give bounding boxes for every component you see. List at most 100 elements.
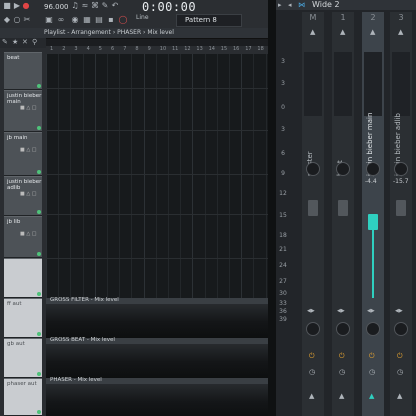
automation-clip[interactable]: PHASER - Mix level — [46, 377, 268, 416]
track-header[interactable]: beat — [4, 52, 42, 90]
mixer-route-arrow-icon[interactable]: ◀▶ — [367, 308, 375, 314]
panel-separator[interactable] — [268, 0, 276, 416]
mixer-volume-fader[interactable] — [308, 200, 318, 216]
wave-icon[interactable]: ≈ — [80, 1, 90, 11]
save-icon[interactable]: ▣ — [44, 15, 54, 25]
track-mute-indicator[interactable] — [37, 84, 41, 88]
track-buttons[interactable]: ■ △ □ — [20, 105, 36, 111]
track-header[interactable]: gb aut — [4, 338, 42, 378]
mixer-power-icon[interactable]: ⏻ — [397, 352, 403, 361]
track-mute-indicator[interactable] — [37, 170, 41, 174]
mixer-send-arrow-icon[interactable]: ▲ — [369, 392, 374, 400]
paint-tool-icon[interactable]: ★ — [12, 38, 18, 46]
automation-clip-name: GROSS BEAT - Mix level — [50, 337, 115, 343]
playlist-grid[interactable]: GROSS FILTER - Mix level GROSS BEAT - Mix… — [46, 54, 268, 416]
track-mute-indicator[interactable] — [37, 126, 41, 130]
mixer-stereo-knob[interactable] — [306, 322, 320, 336]
automation-clip-header[interactable]: PHASER - Mix level — [46, 377, 268, 384]
track-header[interactable]: ff aut — [4, 298, 42, 338]
mixer-strip-number: 2 — [370, 13, 376, 22]
mixer-volume-fader[interactable] — [338, 200, 348, 216]
mixer-pan-knob[interactable] — [336, 162, 350, 176]
ruler-number: 15 — [220, 46, 228, 52]
track-buttons[interactable]: ■ △ □ — [20, 191, 36, 197]
track-mute-indicator[interactable] — [37, 372, 41, 376]
track-buttons[interactable]: ■ △ □ — [20, 231, 36, 237]
delete-tool-icon[interactable]: ✕ — [22, 38, 28, 46]
mixer-scale-label: 27 — [279, 278, 287, 285]
timeline-ruler[interactable]: 1 2 3 4 5 6 7 8 9 10 11 12 13 14 15 16 17 18 — [46, 46, 268, 54]
mixer-stereo-knob[interactable] — [394, 322, 408, 336]
mixer-clock-icon[interactable]: ◷ — [369, 368, 375, 376]
mixer-volume-fader[interactable] — [368, 214, 378, 230]
pattern-select[interactable]: Pattern 8 — [176, 14, 242, 27]
track-header[interactable]: justin bieber main ■ △ □ — [4, 90, 42, 132]
track-mute-indicator[interactable] — [37, 332, 41, 336]
ruler-number: 16 — [233, 46, 240, 52]
mixer-clock-icon[interactable]: ◷ — [309, 368, 315, 376]
automation-clip[interactable]: GROSS FILTER - Mix level — [46, 297, 268, 338]
metronome-icon[interactable]: ♫ — [70, 1, 80, 11]
mixer-route-arrow-icon[interactable]: ◀▶ — [307, 308, 315, 314]
mic-icon[interactable]: ◉ — [70, 15, 80, 25]
bowtie-icon[interactable]: ⋈ — [298, 1, 305, 9]
mixer-send-arrow-icon[interactable]: ▲ — [397, 392, 402, 400]
main-volume-icon[interactable]: ◆ — [2, 15, 12, 25]
snap-icon[interactable]: ⌘ — [90, 1, 100, 11]
mixer-strip[interactable]: M▲master◀▶⏻◷▲ — [302, 12, 324, 416]
pitch-icon[interactable]: ○ — [12, 15, 22, 25]
pattern-song-toggle-icon[interactable]: ■ — [2, 1, 12, 11]
mixer-route-arrow-icon[interactable]: ◀▶ — [395, 308, 403, 314]
track-mute-indicator[interactable] — [37, 410, 41, 414]
headphone-icon[interactable]: ◯ — [118, 15, 128, 25]
mixer-stereo-knob[interactable] — [336, 322, 350, 336]
mixer-power-icon[interactable]: ⏻ — [339, 352, 345, 361]
mixer-pan-knob[interactable] — [394, 162, 408, 176]
track-header[interactable]: phaser aut — [4, 378, 42, 416]
record-icon[interactable]: ● — [21, 1, 31, 11]
piano-icon[interactable]: ▦ — [82, 15, 92, 25]
channel-rack-icon[interactable]: ▪ — [106, 15, 116, 25]
track-header[interactable] — [4, 258, 42, 298]
mixer-fader-track — [372, 230, 374, 298]
tempo-display[interactable]: 96.000 — [44, 3, 69, 11]
ruler-number: 18 — [257, 46, 264, 52]
mixer-strip[interactable]: 3 ▲ justin bieber adlib -15.7 ◀▶ ⏻ ◷ ▲ — [390, 12, 412, 416]
mixer-icon[interactable]: ▤ — [94, 15, 104, 25]
mixer-strip-meter — [392, 52, 410, 116]
mixer-volume-fader[interactable] — [396, 200, 406, 216]
mixer-stereo-knob[interactable] — [366, 322, 380, 336]
mixer-strip[interactable]: 2 ▲ justin bieber main -4.4 ◀▶ ⏻ ◷ ▲ — [362, 12, 384, 416]
mixer-power-icon[interactable]: ⏻ — [369, 352, 375, 361]
track-header[interactable]: jb main ■ △ □ — [4, 132, 42, 176]
mixer-clock-icon[interactable]: ◷ — [339, 368, 345, 376]
track-header[interactable]: jb lib ■ △ □ — [4, 216, 42, 258]
zoom-tool-icon[interactable]: ⚲ — [32, 38, 37, 46]
mixer-send-arrow-icon[interactable]: ▲ — [309, 392, 314, 400]
snap-mode-select[interactable]: Line — [136, 14, 149, 21]
draw-tool-icon[interactable]: ✎ — [2, 38, 8, 46]
arrow-left-icon[interactable]: ◂ — [288, 1, 292, 9]
mixer-strip[interactable]: 1▲beat◀▶⏻◷▲ — [332, 12, 354, 416]
track-mute-indicator[interactable] — [37, 292, 41, 296]
undo-icon[interactable]: ↶ — [110, 1, 120, 11]
scissors-icon[interactable]: ✂ — [22, 15, 32, 25]
mixer-send-arrow-icon[interactable]: ▲ — [339, 392, 344, 400]
automation-clip-header[interactable]: GROSS BEAT - Mix level — [46, 337, 268, 344]
automation-clip[interactable]: GROSS BEAT - Mix level — [46, 337, 268, 378]
mixer-route-arrow-icon[interactable]: ◀▶ — [337, 308, 345, 314]
mixer-pan-knob[interactable] — [306, 162, 320, 176]
track-mute-indicator[interactable] — [37, 252, 41, 256]
track-mute-indicator[interactable] — [37, 210, 41, 214]
mixer-scale-label: 9 — [281, 170, 285, 177]
automation-clip-header[interactable]: GROSS FILTER - Mix level — [46, 297, 268, 304]
mixer-pan-knob[interactable] — [366, 162, 380, 176]
brush-icon[interactable]: ✎ — [100, 1, 110, 11]
track-header[interactable]: justin bieber adlib ■ △ □ — [4, 176, 42, 216]
arrow-right-icon[interactable]: ▸ — [278, 1, 282, 9]
mixer-clock-icon[interactable]: ◷ — [397, 368, 403, 376]
mixer-power-icon[interactable]: ⏻ — [309, 352, 315, 361]
mixer-scale-label: 15 — [279, 212, 287, 219]
track-buttons[interactable]: ■ △ □ — [20, 147, 36, 153]
link-icon[interactable]: ∞ — [56, 15, 66, 25]
